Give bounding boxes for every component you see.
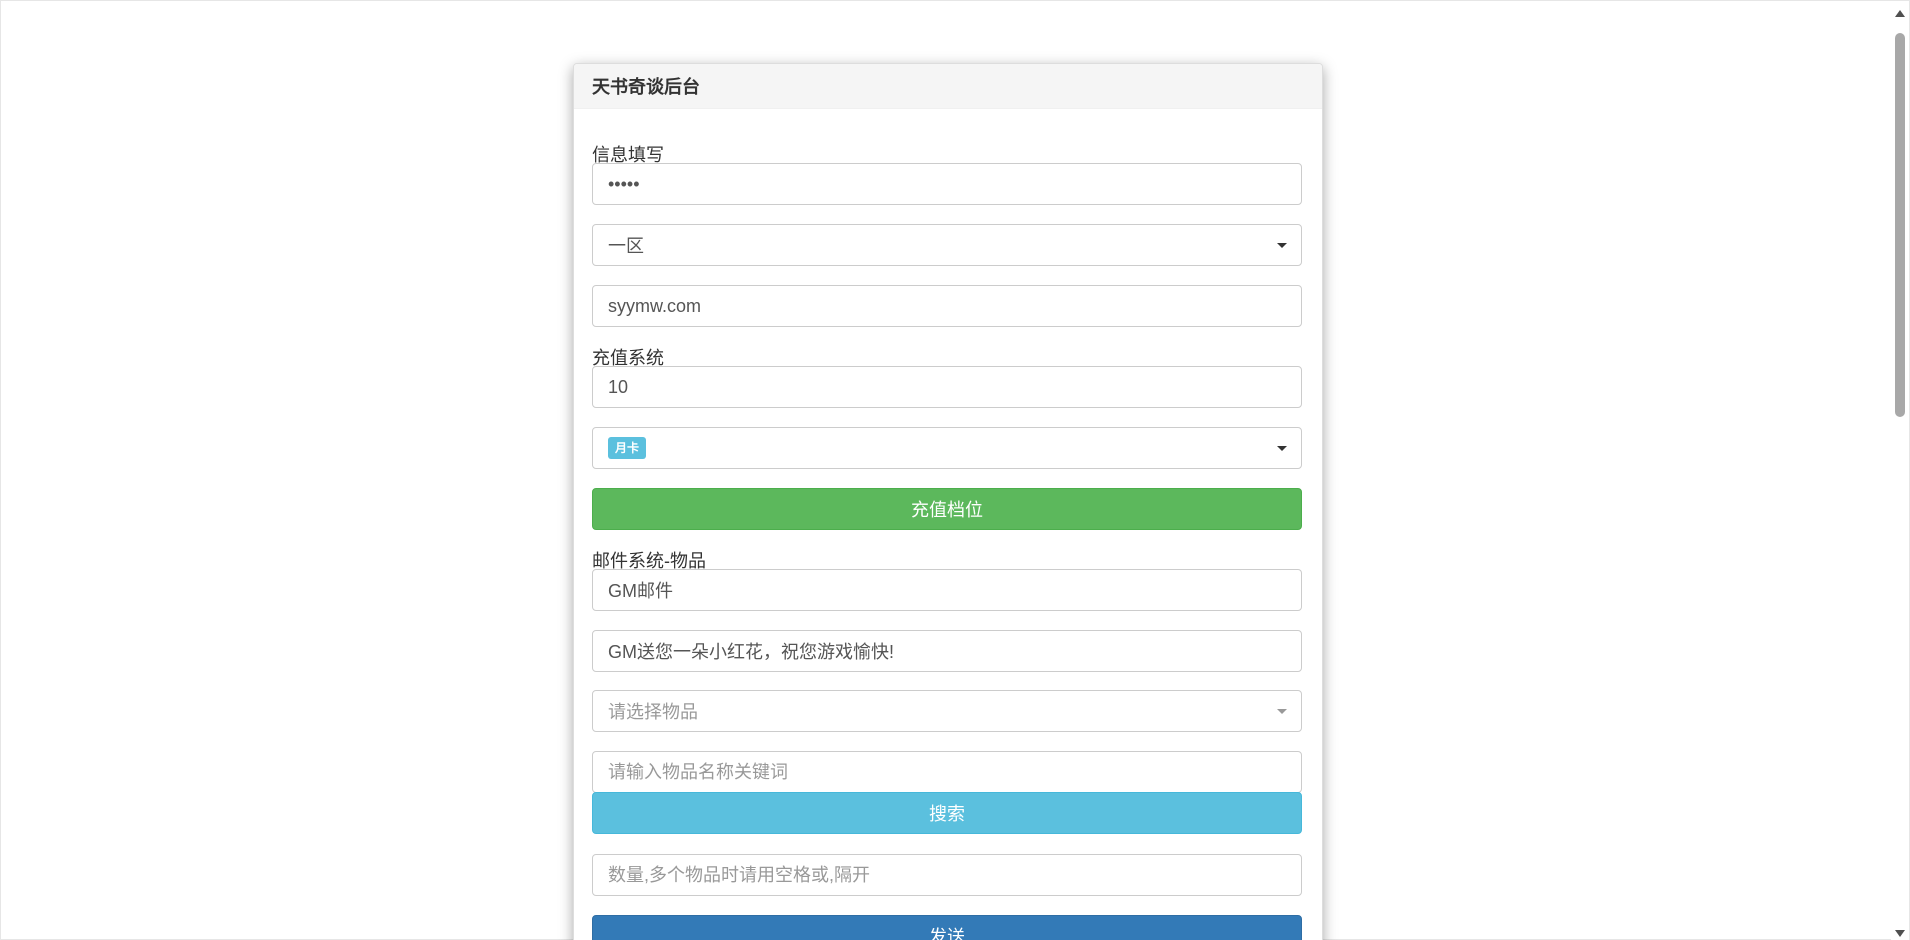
panel-title: 天书奇谈后台 xyxy=(592,77,700,97)
vertical-scrollbar[interactable] xyxy=(1891,1,1909,940)
caret-down-icon xyxy=(1277,709,1287,714)
tier-badge: 月卡 xyxy=(608,437,647,459)
scroll-up-arrow-icon[interactable] xyxy=(1895,10,1905,17)
recharge-tier-select[interactable]: 月卡 xyxy=(592,427,1302,469)
account-value: syymw.com xyxy=(608,295,702,316)
item-select-placeholder: 请选择物品 xyxy=(608,702,698,722)
account-field[interactable]: syymw.com xyxy=(592,285,1302,327)
mail-content-field[interactable]: GM送您一朵小红花，祝您游戏愉快! xyxy=(592,630,1302,672)
search-button[interactable]: 搜索 xyxy=(592,792,1302,834)
scroll-down-arrow-icon[interactable] xyxy=(1895,930,1905,937)
recharge-amount-value: 10 xyxy=(608,376,629,397)
scroll-thumb[interactable] xyxy=(1895,33,1905,417)
mail-content-value: GM送您一朵小红花，祝您游戏愉快! xyxy=(608,642,894,662)
mail-subject-field[interactable]: GM邮件 xyxy=(592,569,1302,611)
server-select-value: 一区 xyxy=(608,236,644,256)
send-button[interactable]: 发送 xyxy=(592,915,1302,940)
server-select[interactable]: 一区 xyxy=(592,224,1302,266)
recharge-submit-button[interactable]: 充值档位 xyxy=(592,488,1302,530)
quantity-input[interactable] xyxy=(608,864,1286,886)
recharge-amount-field[interactable]: 10 xyxy=(592,366,1302,408)
page: 天书奇谈后台 信息填写 ••••• 一区 syymw.com 充值系统 10 月… xyxy=(0,0,1910,940)
password-value: ••••• xyxy=(608,173,640,194)
item-select[interactable]: 请选择物品 xyxy=(592,690,1302,732)
quantity-input-wrapper xyxy=(592,854,1302,896)
password-field[interactable]: ••••• xyxy=(592,163,1302,205)
item-search-input[interactable] xyxy=(608,761,1286,783)
caret-down-icon xyxy=(1277,446,1287,451)
admin-panel: 天书奇谈后台 信息填写 ••••• 一区 syymw.com 充值系统 10 月… xyxy=(573,63,1323,940)
mail-subject-value: GM邮件 xyxy=(608,581,673,601)
item-search-input-wrapper xyxy=(592,751,1302,793)
panel-heading: 天书奇谈后台 xyxy=(574,64,1322,109)
caret-down-icon xyxy=(1277,243,1287,248)
